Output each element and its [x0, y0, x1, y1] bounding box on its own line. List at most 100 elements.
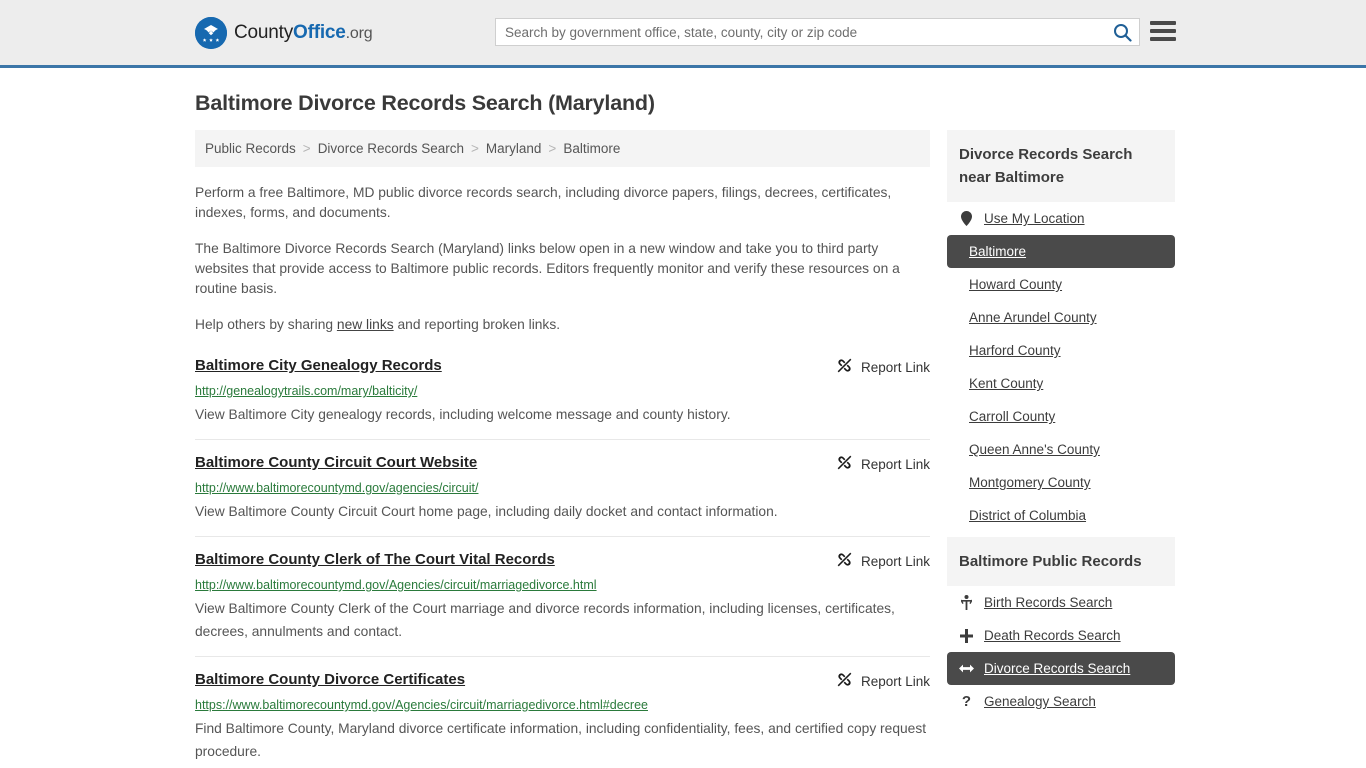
intro-paragraph-1: Perform a free Baltimore, MD public divo…: [195, 185, 892, 220]
result-title-link[interactable]: Baltimore City Genealogy Records: [195, 356, 442, 376]
hamburger-bar-1: [1150, 21, 1176, 25]
result-item: Baltimore City Genealogy Records Report L…: [195, 356, 930, 440]
broken-link-icon: [837, 358, 852, 373]
sidebar-public-records-box: Baltimore Public Records Birth Records S…: [947, 537, 1175, 718]
intro-paragraph-2: The Baltimore Divorce Records Search (Ma…: [195, 241, 900, 296]
content-layout: Public Records > Divorce Records Search …: [195, 130, 1175, 768]
sidebar-nearby-list: Use My Location Baltimore Howard County Ann…: [947, 202, 1175, 532]
sidebar-item-label: District of Columbia: [969, 508, 1087, 523]
result-header: Baltimore County Clerk of The Court Vita…: [195, 550, 930, 571]
sidebar-item-district-of-columbia[interactable]: District of Columbia: [947, 499, 1175, 532]
breadcrumb-item-2[interactable]: Maryland: [486, 141, 542, 156]
sidebar-item-label: Death Records Search: [984, 628, 1121, 643]
site-header: CountyOffice.org: [0, 0, 1366, 68]
sidebar-item-birth-records-search[interactable]: Birth Records Search: [947, 586, 1175, 619]
brand-word-county: County: [234, 21, 294, 43]
question-mark-icon: ?: [961, 693, 972, 710]
hamburger-menu-icon[interactable]: [1150, 19, 1176, 43]
breadcrumb: Public Records > Divorce Records Search …: [195, 130, 930, 167]
broken-link-icon: [837, 672, 852, 687]
results-list: Baltimore City Genealogy Records Report L…: [195, 356, 930, 768]
result-description: Find Baltimore County, Maryland divorce …: [195, 721, 927, 759]
result-item: Baltimore County Divorce Certificates Rep…: [195, 670, 930, 768]
search-input[interactable]: [496, 19, 1105, 45]
sidebar-item-carroll-county[interactable]: Carroll County: [947, 400, 1175, 433]
sidebar-item-howard-county[interactable]: Howard County: [947, 268, 1175, 301]
result-url-link[interactable]: http://genealogytrails.com/mary/balticit…: [195, 383, 930, 399]
cross-icon: [959, 628, 974, 643]
sidebar: Divorce Records Search near Baltimore Us…: [947, 130, 1175, 723]
left-right-arrow-icon: [959, 663, 974, 674]
sidebar-item-label: Kent County: [969, 376, 1044, 391]
report-link-label: Report Link: [860, 359, 930, 375]
report-link-label: Report Link: [860, 673, 930, 689]
breadcrumb-separator: >: [471, 141, 479, 156]
site-logo-link[interactable]: CountyOffice.org: [195, 16, 373, 49]
sidebar-item-label: Use My Location: [984, 211, 1085, 226]
breadcrumb-item-0[interactable]: Public Records: [205, 141, 296, 156]
broken-link-icon: [836, 454, 853, 474]
sidebar-item-label: Anne Arundel County: [969, 310, 1097, 325]
result-item: Baltimore County Clerk of The Court Vita…: [195, 550, 930, 657]
brand-word-org: .org: [345, 24, 373, 42]
result-description: View Baltimore County Clerk of the Court…: [195, 601, 895, 639]
search-icon: [1113, 23, 1132, 42]
result-title-link[interactable]: Baltimore County Clerk of The Court Vita…: [195, 550, 555, 570]
result-url-link[interactable]: http://www.baltimorecountymd.gov/Agencie…: [195, 577, 930, 593]
sidebar-item-anne-arundel-county[interactable]: Anne Arundel County: [947, 301, 1175, 334]
broken-link-icon: [836, 551, 853, 571]
sidebar-nearby-heading: Divorce Records Search near Baltimore: [947, 130, 1175, 202]
intro-paragraph-3: Help others by sharing new links and rep…: [195, 315, 930, 335]
brand-word-office: Office: [293, 21, 346, 43]
search-button[interactable]: [1105, 19, 1139, 45]
sidebar-item-label: Genealogy Search: [984, 694, 1096, 709]
result-header: Baltimore County Divorce Certificates Rep…: [195, 670, 930, 691]
breadcrumb-separator: >: [302, 141, 311, 156]
result-header: Baltimore County Circuit Court Website Re…: [195, 453, 930, 474]
result-title-link[interactable]: Baltimore County Circuit Court Website: [195, 453, 477, 473]
broken-link-icon: [837, 455, 852, 470]
sidebar-item-use-my-location[interactable]: Use My Location: [947, 202, 1175, 235]
report-link-label: Report Link: [860, 553, 930, 569]
sidebar-item-genealogy-search[interactable]: ? Genealogy Search: [947, 685, 1175, 718]
breadcrumb-separator: >: [548, 141, 557, 156]
sidebar-item-montgomery-county[interactable]: Montgomery County: [947, 466, 1175, 499]
result-url-link[interactable]: https://www.baltimorecountymd.gov/Agenci…: [195, 697, 930, 713]
intro-p3-before: Help others by sharing: [195, 317, 337, 332]
report-link-button[interactable]: Report Link: [822, 454, 930, 474]
sidebar-item-label: Carroll County: [969, 409, 1056, 424]
sidebar-item-death-records-search[interactable]: Death Records Search: [947, 619, 1175, 652]
eagle-seal-logo-icon: [195, 16, 227, 49]
report-link-button[interactable]: Report Link: [822, 671, 930, 691]
sidebar-item-harford-county[interactable]: Harford County: [947, 334, 1175, 367]
result-url-link[interactable]: http://www.baltimorecountymd.gov/agencie…: [195, 480, 930, 496]
sidebar-item-baltimore[interactable]: Baltimore: [947, 235, 1175, 268]
sidebar-item-label: Divorce Records Search: [984, 661, 1131, 676]
result-description: View Baltimore County Circuit Court home…: [195, 504, 778, 519]
intro-text: Perform a free Baltimore, MD public divo…: [195, 183, 930, 335]
baby-icon: [959, 595, 974, 610]
result-title-link[interactable]: Baltimore County Divorce Certificates: [195, 670, 465, 690]
breadcrumb-item-1[interactable]: Divorce Records Search: [318, 141, 464, 156]
sidebar-nearby-box: Divorce Records Search near Baltimore Us…: [947, 130, 1175, 532]
broken-link-icon: [836, 357, 853, 377]
sidebar-item-label: Montgomery County: [969, 475, 1091, 490]
brand-wordmark: CountyOffice.org: [234, 21, 373, 44]
sidebar-item-kent-county[interactable]: Kent County: [947, 367, 1175, 400]
broken-link-icon: [837, 552, 852, 567]
report-link-button[interactable]: Report Link: [822, 551, 930, 571]
result-item: Baltimore County Circuit Court Website Re…: [195, 453, 930, 537]
report-link-button[interactable]: Report Link: [822, 357, 930, 377]
sidebar-item-label: Birth Records Search: [984, 595, 1113, 610]
sidebar-item-queen-anne-s-county[interactable]: Queen Anne's County: [947, 433, 1175, 466]
hamburger-bar-3: [1150, 37, 1176, 41]
main-column: Public Records > Divorce Records Search …: [195, 130, 930, 768]
page-title: Baltimore Divorce Records Search (Maryla…: [195, 91, 655, 115]
sidebar-item-divorce-records-search[interactable]: Divorce Records Search: [947, 652, 1175, 685]
broken-link-icon: [836, 671, 853, 691]
breadcrumb-item-3[interactable]: Baltimore: [563, 141, 620, 156]
sidebar-public-records-heading: Baltimore Public Records: [947, 537, 1175, 586]
new-links-link[interactable]: new links: [337, 317, 394, 332]
search-bar: [495, 18, 1140, 46]
sidebar-item-label: Harford County: [969, 343, 1061, 358]
